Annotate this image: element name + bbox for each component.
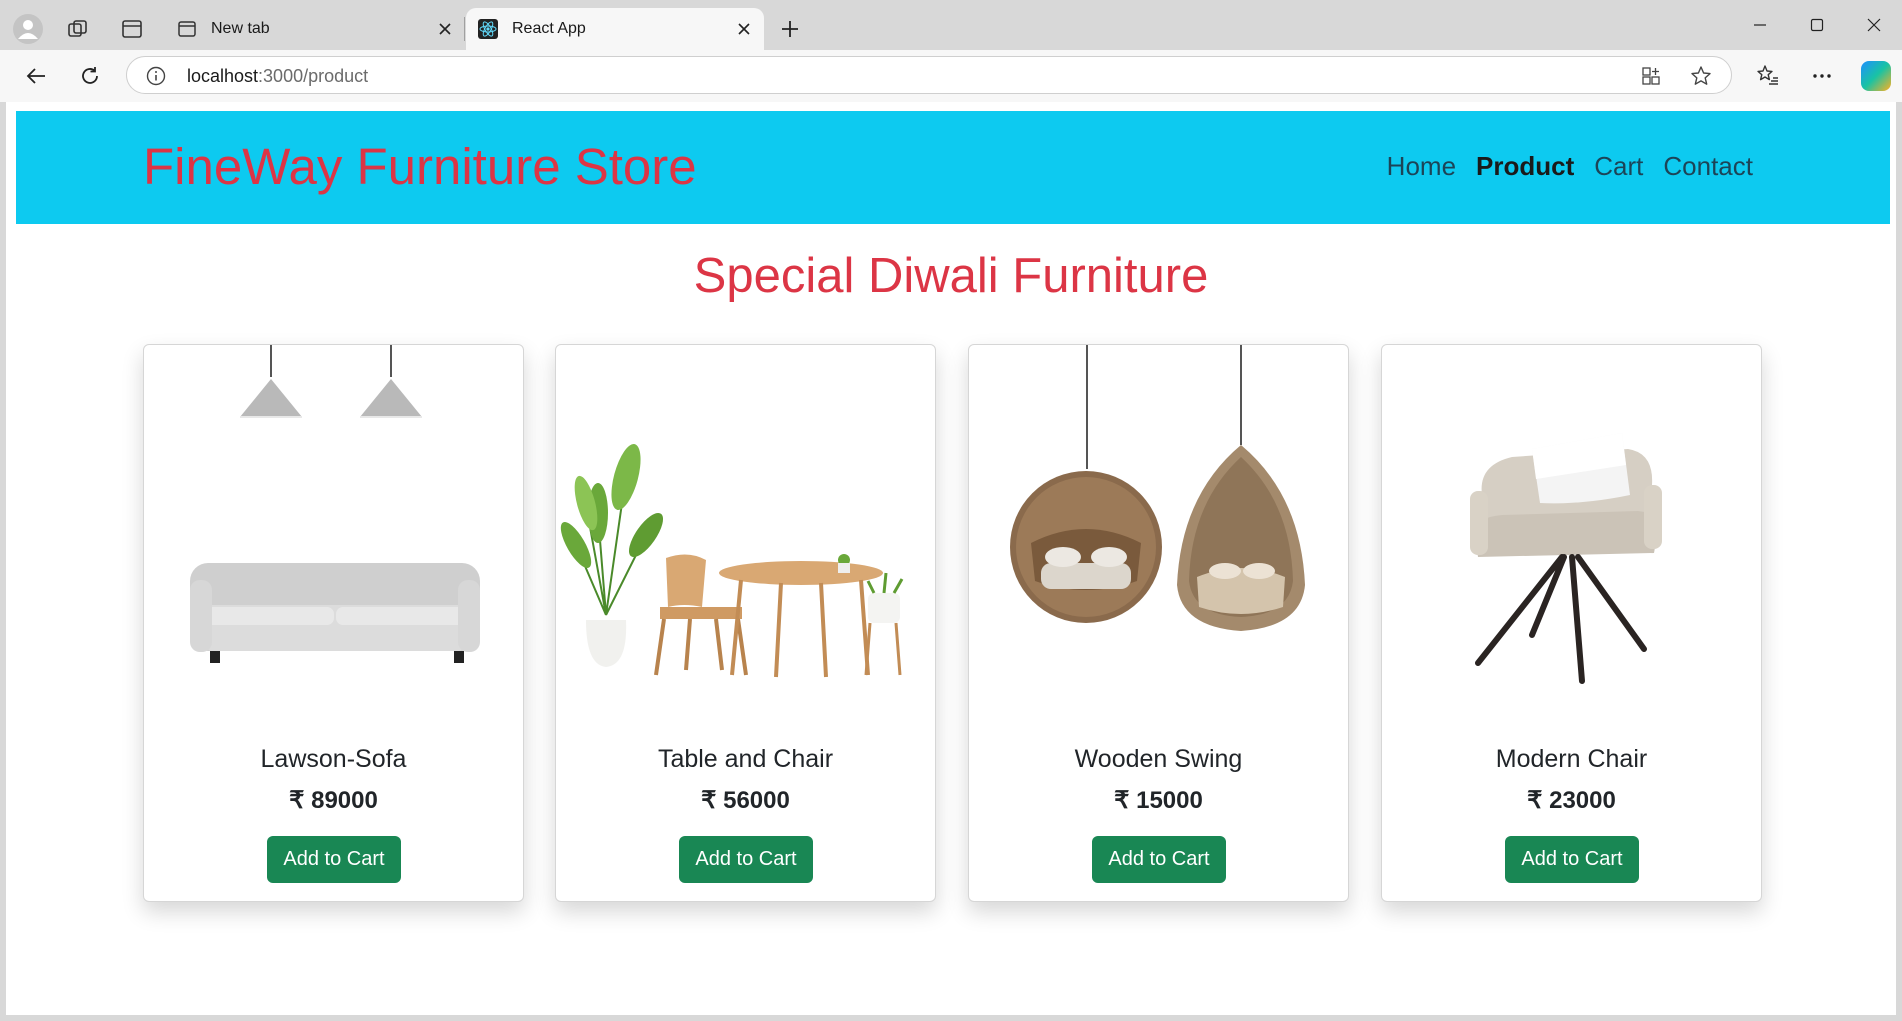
- page-title: Special Diwali Furniture: [693, 249, 1209, 303]
- nav-contact[interactable]: Contact: [1663, 151, 1753, 182]
- profile-icon: [13, 14, 43, 44]
- workspaces-icon: [68, 20, 87, 37]
- tab-separator: [464, 17, 465, 41]
- url-host: localhost: [187, 66, 259, 86]
- main-nav: Home Product Cart Contact: [1387, 151, 1753, 182]
- new-tab-icon: [177, 19, 197, 39]
- settings-menu-button[interactable]: [1802, 56, 1842, 96]
- new-tab-button[interactable]: [772, 11, 808, 47]
- copilot-icon: [1861, 61, 1891, 91]
- close-icon: [738, 23, 750, 35]
- wooden-swing-image: [1010, 345, 1305, 631]
- product-price: ₹ 56000: [701, 787, 790, 814]
- product-card: Lawson-Sofa ₹ 89000 Add to Cart: [143, 344, 524, 902]
- add-to-cart-button[interactable]: Add to Cart: [679, 836, 813, 883]
- tab-title: New tab: [211, 20, 270, 37]
- product-card: Wooden Swing ₹ 15000 Add to Cart: [968, 344, 1349, 902]
- workspaces-button[interactable]: [58, 9, 98, 49]
- close-icon: [1867, 18, 1881, 32]
- product-card: Modern Chair ₹ 23000 Add to Cart: [1381, 344, 1762, 902]
- profile-button[interactable]: [8, 9, 48, 49]
- plus-icon: [782, 21, 798, 37]
- minimize-button[interactable]: [1732, 5, 1788, 45]
- app-available-icon[interactable]: [1639, 64, 1663, 88]
- favorites-list-icon: [1757, 65, 1778, 85]
- react-icon: [478, 19, 498, 39]
- url-path: :3000/product: [258, 66, 369, 86]
- close-tab-button[interactable]: [431, 15, 459, 43]
- nav-product[interactable]: Product: [1476, 151, 1574, 182]
- nav-home[interactable]: Home: [1387, 151, 1456, 182]
- close-window-button[interactable]: [1846, 5, 1902, 45]
- refresh-icon: [82, 67, 98, 84]
- add-to-cart-button[interactable]: Add to Cart: [267, 836, 401, 883]
- product-price: ₹ 15000: [1114, 787, 1203, 814]
- product-name: Wooden Swing: [1074, 745, 1243, 773]
- site-info-icon[interactable]: [145, 65, 167, 87]
- vertical-tabs-icon: [122, 20, 142, 38]
- table-and-chair-image: [560, 444, 904, 678]
- product-price: ₹ 23000: [1527, 787, 1616, 814]
- browser-toolbar: localhost:3000/product: [0, 50, 1902, 102]
- maximize-icon: [1810, 18, 1824, 32]
- add-to-cart-button[interactable]: Add to Cart: [1092, 836, 1226, 883]
- more-dots-icon: [1813, 74, 1831, 78]
- brand-logo[interactable]: FineWay Furniture Store: [143, 137, 697, 196]
- product-name: Table and Chair: [657, 745, 834, 773]
- product-card: Table and Chair ₹ 56000 Add to Cart: [555, 344, 936, 902]
- refresh-button[interactable]: [70, 56, 110, 96]
- close-icon: [439, 23, 451, 35]
- product-price: ₹ 89000: [289, 787, 378, 814]
- vertical-tabs-button[interactable]: [112, 9, 152, 49]
- product-name: Lawson-Sofa: [260, 745, 407, 773]
- minimize-icon: [1754, 24, 1766, 26]
- favorites-button[interactable]: [1748, 56, 1788, 96]
- product-name: Modern Chair: [1495, 745, 1648, 773]
- address-bar[interactable]: localhost:3000/product: [126, 56, 1732, 94]
- close-tab-button[interactable]: [730, 15, 758, 43]
- address-url[interactable]: localhost:3000/product: [187, 66, 368, 87]
- site-navbar: FineWay Furniture Store Home Product Car…: [16, 111, 1890, 224]
- tab-new-tab[interactable]: New tab: [165, 8, 465, 50]
- tab-title: React App: [512, 20, 586, 37]
- maximize-button[interactable]: [1789, 5, 1845, 45]
- favorite-star-icon[interactable]: [1689, 64, 1713, 88]
- sofa-image: [190, 345, 480, 663]
- tab-react-app[interactable]: React App: [466, 8, 764, 50]
- copilot-button[interactable]: [1856, 56, 1896, 96]
- nav-cart[interactable]: Cart: [1594, 151, 1643, 182]
- modern-chair-image: [1470, 433, 1662, 684]
- browser-tab-strip: New tab React App: [0, 0, 1902, 50]
- back-button[interactable]: [16, 56, 56, 96]
- add-to-cart-button[interactable]: Add to Cart: [1505, 836, 1639, 883]
- back-arrow-icon: [26, 68, 45, 84]
